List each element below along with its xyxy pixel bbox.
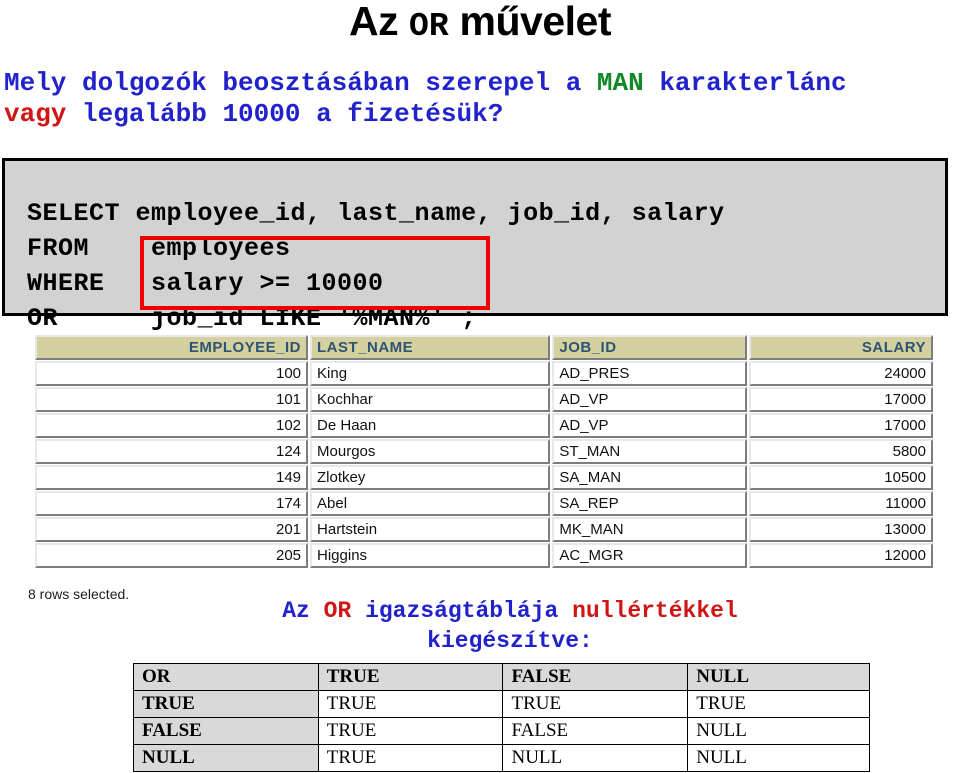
cell-last-name: Higgins [310,543,551,568]
table-row[interactable]: 149 Zlotkey SA_MAN 10500 [35,465,933,490]
truth-row: NULL TRUE NULL NULL [133,744,870,772]
table-row[interactable]: 174 Abel SA_REP 11000 [35,491,933,516]
truth-cell: FALSE [502,717,689,745]
title-prefix: Az [349,0,410,44]
query-results-table: EMPLOYEE_ID LAST_NAME JOB_ID SALARY 100 … [33,334,935,569]
truth-header-null: NULL [687,663,870,691]
truth-row: TRUE TRUE TRUE TRUE [133,690,870,718]
truth-cell: NULL [502,744,689,772]
table-row[interactable]: 101 Kochhar AD_VP 17000 [35,387,933,412]
cell-employee-id: 101 [35,387,309,412]
truth-row-label: FALSE [133,717,319,745]
sql-code-text: SELECT employee_id, last_name, job_id, s… [27,199,725,333]
cell-last-name: King [310,361,551,386]
cell-employee-id: 205 [35,543,309,568]
question-line2-rest: legalább 10000 a fizetésük? [66,99,504,129]
truth-header-false: FALSE [502,663,689,691]
cell-salary: 5800 [749,439,933,464]
truth-table-caption: Az OR igazságtáblája nullértékkel kiegés… [180,596,840,656]
question-line-1: Mely dolgozók beosztásában szerepel a MA… [4,68,960,99]
cell-salary: 17000 [749,413,933,438]
column-header-job-id[interactable]: JOB_ID [552,335,748,360]
table-row[interactable]: 100 King AD_PRES 24000 [35,361,933,386]
caption-part-3: igazságtáblája [351,598,573,624]
cell-job-id: SA_MAN [552,465,748,490]
truth-cell: TRUE [502,690,689,718]
truth-row-label: NULL [133,744,319,772]
question-line-2: vagy legalább 10000 a fizetésük? [4,99,960,130]
cell-salary: 11000 [749,491,933,516]
cell-salary: 12000 [749,543,933,568]
cell-employee-id: 102 [35,413,309,438]
table-row[interactable]: 124 Mourgos ST_MAN 5800 [35,439,933,464]
cell-salary: 13000 [749,517,933,542]
caption-line-2: kiegészítve: [427,628,593,654]
cell-employee-id: 149 [35,465,309,490]
cell-job-id: AD_VP [552,413,748,438]
cell-last-name: Kochhar [310,387,551,412]
cell-salary: 10500 [749,465,933,490]
question-text: Mely dolgozók beosztásában szerepel a MA… [4,68,960,130]
caption-keyword-null: nullértékkel [572,598,738,624]
column-header-last-name[interactable]: LAST_NAME [310,335,551,360]
question-keyword-man: MAN [596,68,644,98]
truth-header-true: TRUE [317,663,504,691]
table-row[interactable]: 201 Hartstein MK_MAN 13000 [35,517,933,542]
cell-job-id: MK_MAN [552,517,748,542]
cell-job-id: AD_PRES [552,361,748,386]
truth-cell: TRUE [317,690,504,718]
sql-code-block: SELECT employee_id, last_name, job_id, s… [2,158,948,333]
question-line1-part2: karakterlánc [643,68,847,98]
page-title: Az OR művelet [0,0,960,45]
question-keyword-vagy: vagy [4,99,67,129]
truth-cell: NULL [687,717,870,745]
caption-keyword-or: OR [323,598,352,624]
caption-part-1: Az [282,598,324,624]
truth-row-label: TRUE [133,690,319,718]
title-suffix: művelet [448,0,612,44]
table-row[interactable]: 102 De Haan AD_VP 17000 [35,413,933,438]
cell-job-id: ST_MAN [552,439,748,464]
cell-job-id: AC_MGR [552,543,748,568]
cell-last-name: Mourgos [310,439,551,464]
rows-selected-note: 8 rows selected. [28,586,130,602]
table-header-row: EMPLOYEE_ID LAST_NAME JOB_ID SALARY [35,335,933,360]
column-header-employee-id[interactable]: EMPLOYEE_ID [35,335,309,360]
truth-row: FALSE TRUE FALSE NULL [133,717,870,745]
truth-header-operator: OR [133,663,319,691]
column-header-salary[interactable]: SALARY [749,335,933,360]
title-keyword-or: OR [409,8,449,45]
truth-cell: TRUE [317,744,504,772]
cell-employee-id: 201 [35,517,309,542]
cell-job-id: AD_VP [552,387,748,412]
or-truth-table: OR TRUE FALSE NULL TRUE TRUE TRUE TRUE F… [133,663,870,772]
cell-last-name: Hartstein [310,517,551,542]
question-line1-part1: Mely dolgozók beosztásában szerepel a [4,68,597,98]
cell-salary: 17000 [749,387,933,412]
cell-last-name: De Haan [310,413,551,438]
cell-last-name: Abel [310,491,551,516]
cell-salary: 24000 [749,361,933,386]
cell-employee-id: 124 [35,439,309,464]
cell-job-id: SA_REP [552,491,748,516]
truth-header-row: OR TRUE FALSE NULL [133,663,870,691]
table-row[interactable]: 205 Higgins AC_MGR 12000 [35,543,933,568]
truth-cell: TRUE [687,690,870,718]
cell-employee-id: 100 [35,361,309,386]
truth-cell: NULL [687,744,870,772]
cell-last-name: Zlotkey [310,465,551,490]
truth-cell: TRUE [317,717,504,745]
cell-employee-id: 174 [35,491,309,516]
